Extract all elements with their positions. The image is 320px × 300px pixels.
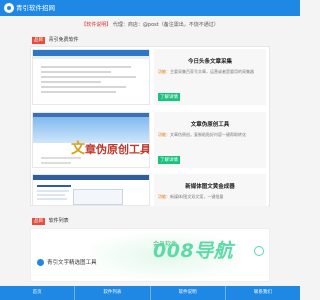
nav-home[interactable]: 首页 xyxy=(0,286,76,300)
app-name[interactable]: 新媒体图文黄金成器 xyxy=(154,182,266,190)
app-desc: 功能：文章伪原创，复制粘贴好内容一键帮助转化 xyxy=(158,132,246,137)
list-section-header: 品目 软件列表 xyxy=(32,216,69,226)
site-logo-icon[interactable] xyxy=(4,3,14,13)
details-button[interactable]: 了解详情 xyxy=(158,156,180,164)
app-thumbnail[interactable]: 文章伪原创工具 xyxy=(32,112,150,168)
details-button[interactable]: 了解详情 xyxy=(158,93,180,101)
app-card: 文章伪原创工具 文章伪原创工具 功能：文章伪原创，复制粘贴好内容一键帮助转化 了… xyxy=(32,110,268,172)
nav-contact[interactable]: 联系我们 xyxy=(226,286,300,300)
section-tag: 品目 xyxy=(32,217,45,225)
thumbnail-title: 文章伪原创工具 xyxy=(71,141,150,157)
app-desc: 功能：主要采集百家号文章，运营或者是要用的采集器 xyxy=(158,69,254,74)
app-name[interactable]: 今日头条文章采集 xyxy=(154,57,266,65)
nav-software-info[interactable]: 软件说明 xyxy=(151,286,226,300)
bottom-nav: 首页 软件列表 软件说明 联系我们 xyxy=(0,286,300,300)
nav-software-list[interactable]: 软件列表 xyxy=(75,286,151,300)
app-thumbnail[interactable] xyxy=(32,49,150,105)
notice-bar: 【软件说明】 代理：商店：@post（备注需出，不烧不通过） xyxy=(0,21,300,28)
notice-prefix: 【软件说明】 xyxy=(81,22,112,28)
watermark-text: 008导航 xyxy=(153,240,234,262)
section-title: 青引免费软件 xyxy=(48,37,79,43)
promo-panel: 会员软件 青引文字精选图工具 xyxy=(30,228,270,282)
app-name[interactable]: 文章伪原创工具 xyxy=(154,120,266,128)
top-bar: 青引软件招网 xyxy=(0,0,300,16)
app-desc: 功能：新媒体/图文双文案，一键批量 xyxy=(158,194,224,199)
notice-text: 代理：商店：@post（备注需出，不烧不通过） xyxy=(112,22,219,28)
app-thumbnail[interactable] xyxy=(32,174,150,206)
promo-app-name[interactable]: 青引文字精选图工具 xyxy=(47,259,97,267)
app-logo-icon xyxy=(37,259,44,266)
app-card: 今日头条文章采集 功能：主要采集百家号文章，运营或者是要用的采集器 了解详情 xyxy=(32,47,268,109)
site-name[interactable]: 青引软件招网 xyxy=(16,3,55,13)
section-tag: 品目 xyxy=(32,36,45,44)
section-title: 软件列表 xyxy=(48,218,69,224)
apps-section-header: 品目 青引免费软件 xyxy=(32,35,79,45)
watermark-badge-icon xyxy=(254,246,264,256)
app-card: 新媒体图文黄金成器 功能：新媒体/图文双文案，一键批量 xyxy=(32,172,268,206)
